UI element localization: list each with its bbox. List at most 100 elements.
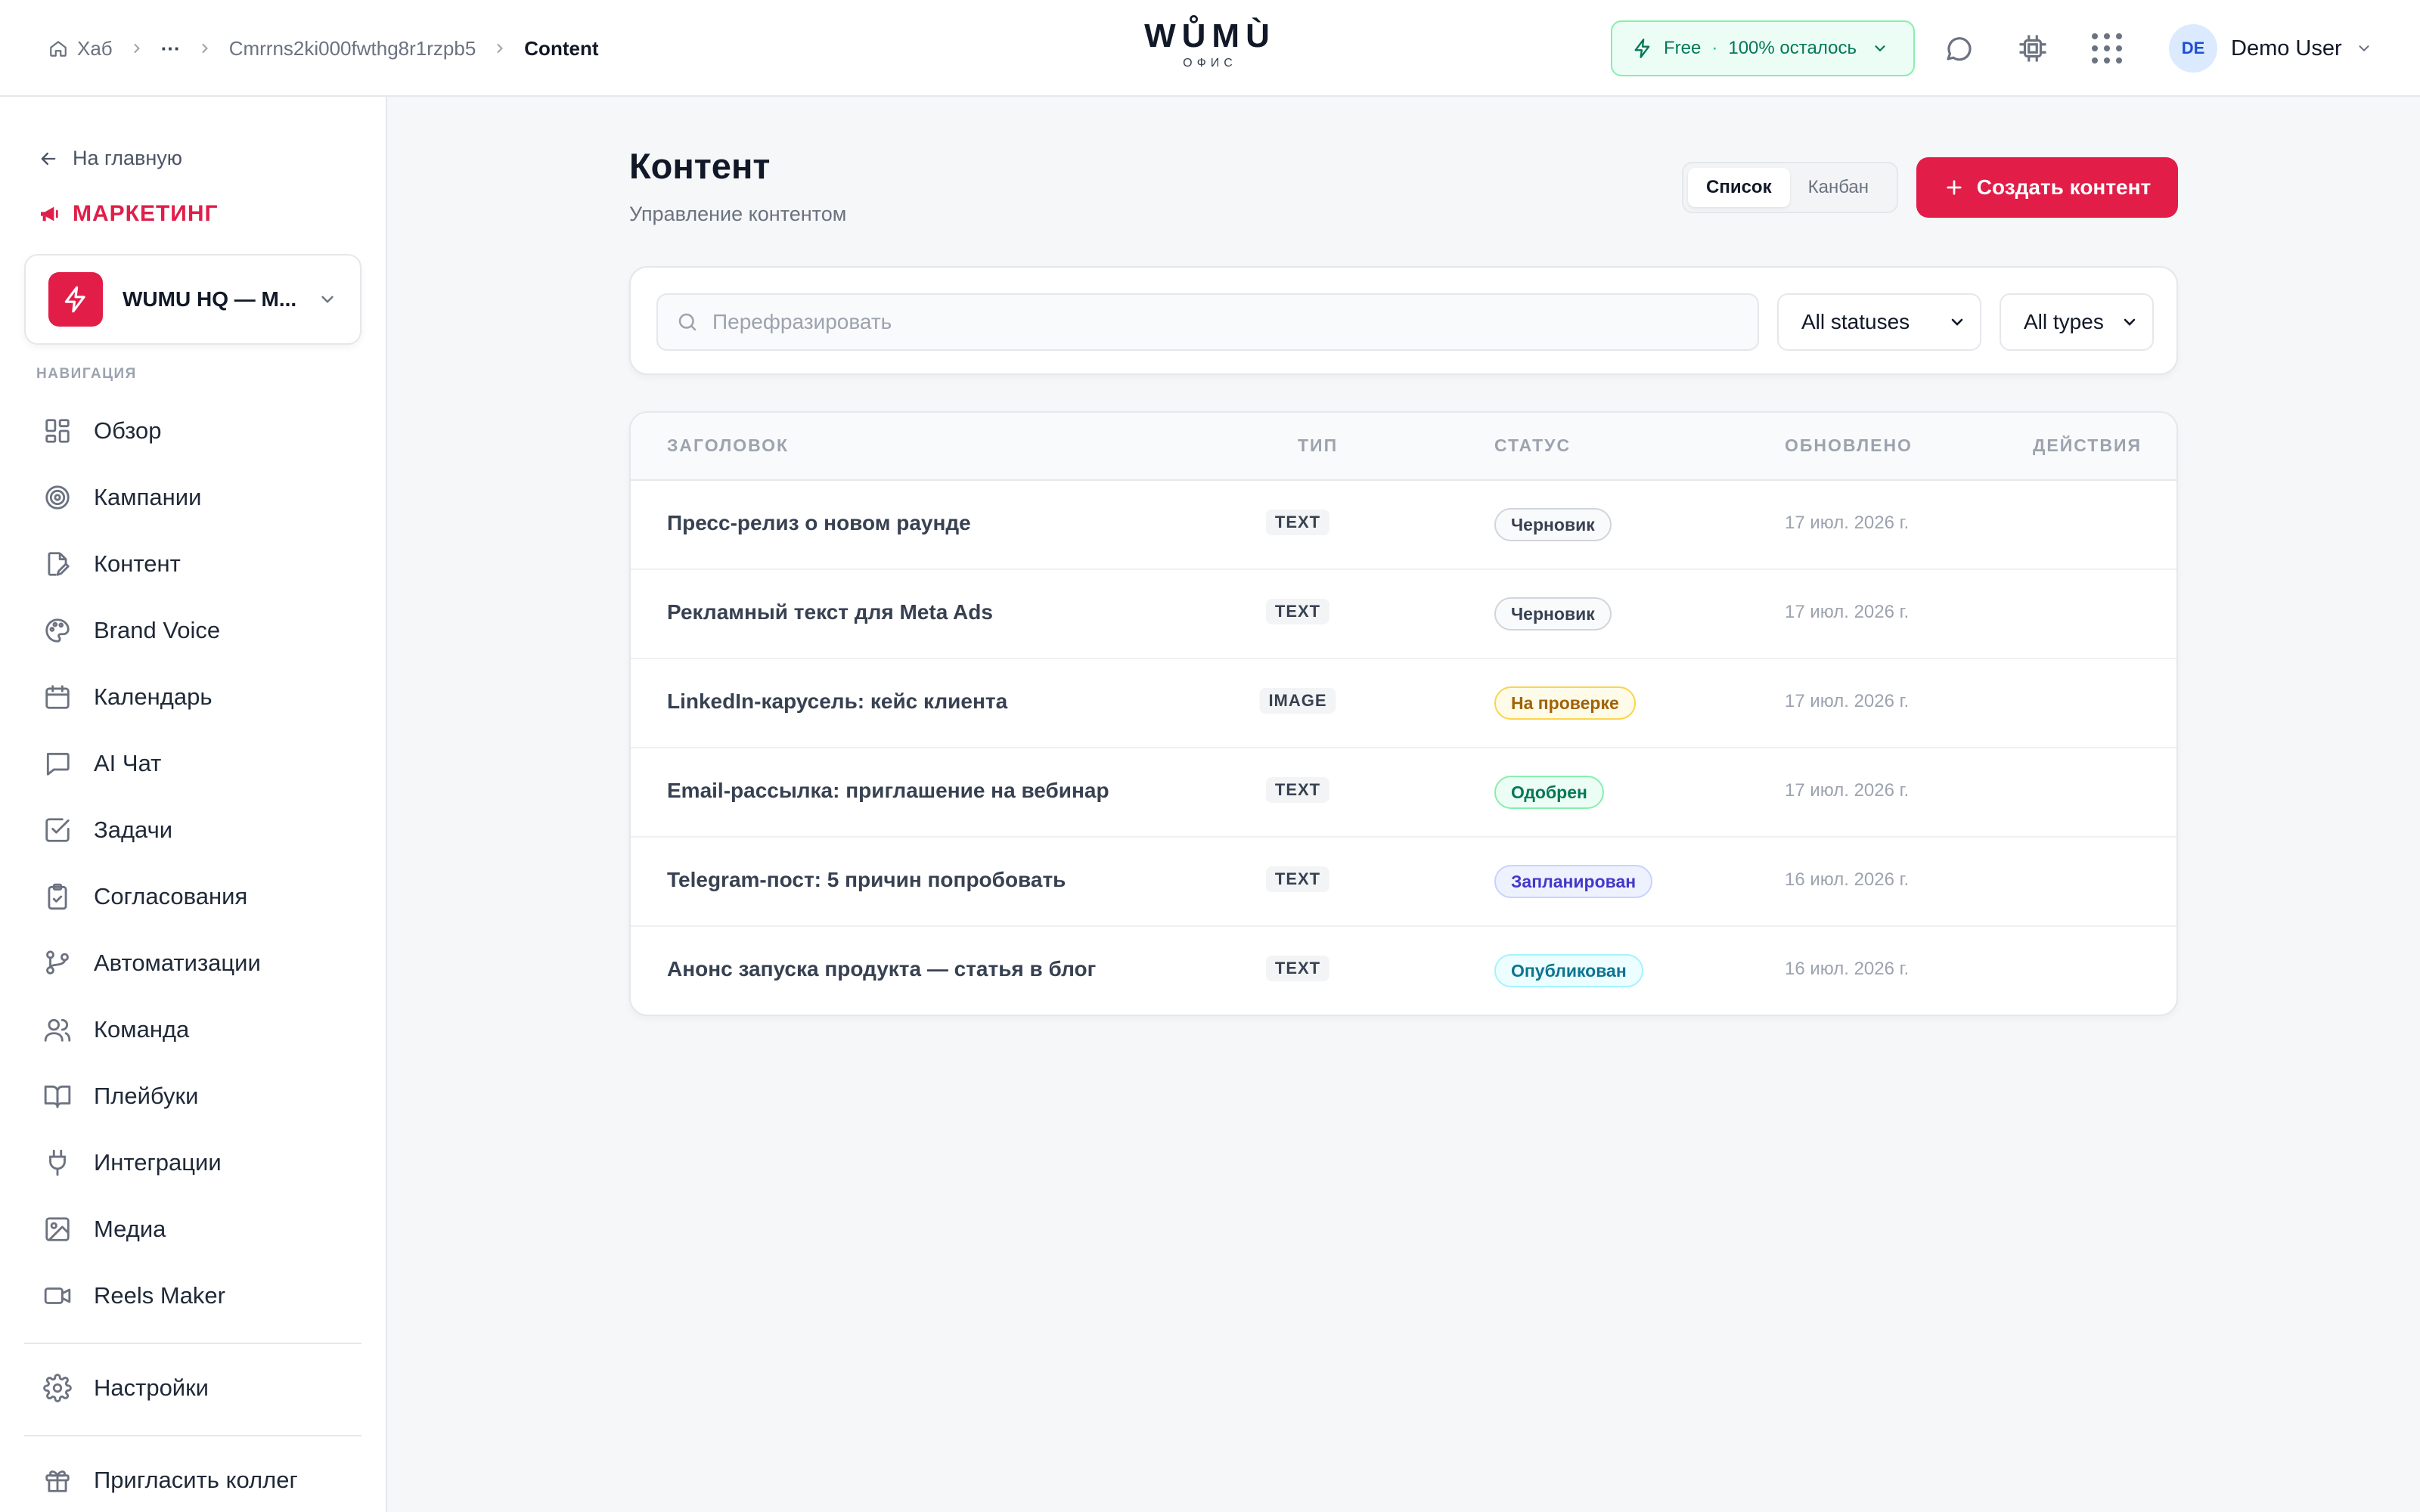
sidebar-item-content[interactable]: Контент — [41, 543, 181, 585]
sidebar-item-label: Команда — [94, 1016, 190, 1043]
home-icon — [48, 39, 68, 58]
logo-subtitle: ОФИС — [1183, 57, 1237, 70]
sidebar-item-label: Календарь — [94, 683, 213, 710]
type-badge: TEXT — [1265, 510, 1330, 535]
plan-usage-button[interactable]: Free · 100% осталось — [1611, 20, 1915, 76]
row-updated: 17 июл. 2026 г. — [1785, 602, 1910, 622]
sidebar-item-integrations[interactable]: Интеграции — [41, 1142, 222, 1184]
search-icon — [676, 311, 699, 333]
sidebar-item-label: Интеграции — [94, 1149, 222, 1176]
table-row[interactable]: Рекламный текст для Meta Ads TEXT Чернов… — [631, 570, 2176, 659]
chip-icon[interactable] — [2015, 30, 2051, 67]
lightning-icon — [48, 272, 103, 327]
create-content-button[interactable]: Создать контент — [1916, 157, 2178, 218]
chevron-down-icon — [1872, 40, 1888, 57]
book-icon — [41, 1080, 74, 1113]
table-row[interactable]: LinkedIn-карусель: кейс клиента IMAGE На… — [631, 659, 2176, 748]
content-table: ЗАГОЛОВОК ТИП СТАТУС ОБНОВЛЕНО ДЕЙСТВИЯ … — [629, 411, 2178, 1016]
status-badge: Опубликован — [1494, 954, 1643, 987]
type-badge: TEXT — [1265, 599, 1330, 624]
section-title: МАРКЕТИНГ — [38, 201, 219, 227]
user-menu[interactable]: DE Demo User — [2169, 24, 2372, 73]
breadcrumb-home[interactable]: Хаб — [48, 37, 113, 60]
video-icon — [41, 1279, 74, 1312]
workspace-switcher[interactable]: WUMU HQ — M... — [24, 254, 361, 345]
sidebar-item-approvals[interactable]: Согласования — [41, 875, 247, 918]
plan-separator: · — [1711, 38, 1718, 58]
breadcrumb-ellipsis[interactable]: ··· — [161, 37, 181, 60]
sidebar-item-brand-voice[interactable]: Brand Voice — [41, 609, 220, 652]
create-content-label: Создать контент — [1976, 175, 2152, 199]
sidebar-item-overview[interactable]: Обзор — [41, 410, 162, 452]
sidebar-item-calendar[interactable]: Календарь — [41, 676, 212, 718]
status-badge: Одобрен — [1494, 776, 1604, 809]
sidebar-item-label: Пригласить коллег — [94, 1467, 298, 1493]
sidebar-item-media[interactable]: Медиа — [41, 1208, 166, 1250]
table-row[interactable]: Анонс запуска продукта — статья в блог T… — [631, 927, 2176, 1015]
search-input[interactable]: Перефразировать — [656, 293, 1759, 351]
table-row[interactable]: Пресс-релиз о новом раунде TEXT Черновик… — [631, 481, 2176, 570]
back-to-home-link[interactable]: На главную — [38, 147, 182, 170]
chevron-right-icon — [476, 41, 524, 56]
table-row[interactable]: Email-рассылка: приглашение на вебинар T… — [631, 748, 2176, 838]
view-list-button[interactable]: Список — [1688, 168, 1790, 207]
sidebar-item-label: Плейбуки — [94, 1083, 199, 1109]
section-title-label: МАРКЕТИНГ — [73, 201, 219, 226]
row-title[interactable]: Email-рассылка: приглашение на вебинар — [667, 779, 1109, 803]
view-kanban-button[interactable]: Канбан — [1790, 168, 1887, 207]
chat-icon[interactable] — [1941, 30, 1977, 67]
plus-icon — [1944, 177, 1965, 198]
sidebar-item-label: Задачи — [94, 816, 173, 843]
user-name: Demo User — [2231, 36, 2342, 60]
chevron-down-icon — [318, 290, 337, 309]
type-badge: TEXT — [1265, 956, 1330, 981]
image-icon — [41, 1213, 74, 1246]
sidebar-item-campaigns[interactable]: Кампании — [41, 476, 201, 519]
nav-caption: НАВИГАЦИЯ — [36, 366, 137, 382]
status-badge: Черновик — [1494, 508, 1612, 541]
status-filter-select[interactable]: All statuses — [1777, 293, 1981, 351]
column-header-updated[interactable]: ОБНОВЛЕНО — [1785, 435, 1913, 456]
sidebar-item-playbooks[interactable]: Плейбуки — [41, 1075, 198, 1117]
search-placeholder: Перефразировать — [712, 310, 892, 333]
type-filter-select[interactable]: All types — [2000, 293, 2154, 351]
table-header: ЗАГОЛОВОК ТИП СТАТУС ОБНОВЛЕНО ДЕЙСТВИЯ — [631, 413, 2176, 481]
sidebar-item-reels-maker[interactable]: Reels Maker — [41, 1275, 225, 1317]
dashboard-icon — [41, 414, 74, 448]
page-title: Контент — [629, 146, 771, 186]
table-row[interactable]: Telegram-пост: 5 причин попробовать TEXT… — [631, 838, 2176, 927]
row-title[interactable]: Рекламный текст для Meta Ads — [667, 600, 993, 624]
column-header-status[interactable]: СТАТУС — [1494, 435, 1571, 456]
row-updated: 17 июл. 2026 г. — [1785, 513, 1910, 533]
clipboard-check-icon — [41, 880, 74, 913]
column-header-title[interactable]: ЗАГОЛОВОК — [667, 435, 789, 456]
sidebar-item-settings[interactable]: Настройки — [41, 1367, 209, 1409]
row-updated: 17 июл. 2026 г. — [1785, 691, 1910, 711]
sidebar: На главную МАРКЕТИНГ WUMU HQ — M... НАВИ… — [0, 97, 387, 1512]
workspace-name: WUMU HQ — M... — [123, 287, 297, 311]
column-header-type[interactable]: ТИП — [1298, 435, 1338, 456]
row-title[interactable]: Анонс запуска продукта — статья в блог — [667, 957, 1096, 981]
row-title[interactable]: Пресс-релиз о новом раунде — [667, 511, 971, 535]
logo[interactable]: WŮMÙ ОФИС — [1134, 17, 1286, 71]
sidebar-item-invite[interactable]: Пригласить коллег — [41, 1459, 298, 1501]
chevron-down-icon — [2121, 313, 2139, 331]
sidebar-item-label: Медиа — [94, 1216, 166, 1242]
status-badge: На проверке — [1494, 686, 1636, 720]
type-badge: TEXT — [1265, 777, 1330, 803]
sidebar-item-automations[interactable]: Автоматизации — [41, 942, 261, 984]
status-badge: Запланирован — [1494, 865, 1653, 898]
divider — [24, 1435, 361, 1436]
sidebar-item-ai-chat[interactable]: AI Чат — [41, 742, 161, 785]
sidebar-item-tasks[interactable]: Задачи — [41, 809, 172, 851]
type-badge: IMAGE — [1259, 688, 1336, 714]
row-title[interactable]: Telegram-пост: 5 причин попробовать — [667, 868, 1066, 892]
sidebar-item-team[interactable]: Команда — [41, 1009, 189, 1051]
calendar-icon — [41, 680, 74, 714]
breadcrumb-workspace-id[interactable]: Cmrrns2ki000fwthg8r1rzpb5 — [229, 37, 476, 60]
row-title[interactable]: LinkedIn-карусель: кейс клиента — [667, 689, 1007, 714]
breadcrumb-home-label: Хаб — [77, 36, 113, 60]
avatar: DE — [2169, 24, 2217, 73]
row-updated: 17 июл. 2026 г. — [1785, 780, 1910, 801]
apps-grid-icon[interactable] — [2089, 30, 2125, 67]
